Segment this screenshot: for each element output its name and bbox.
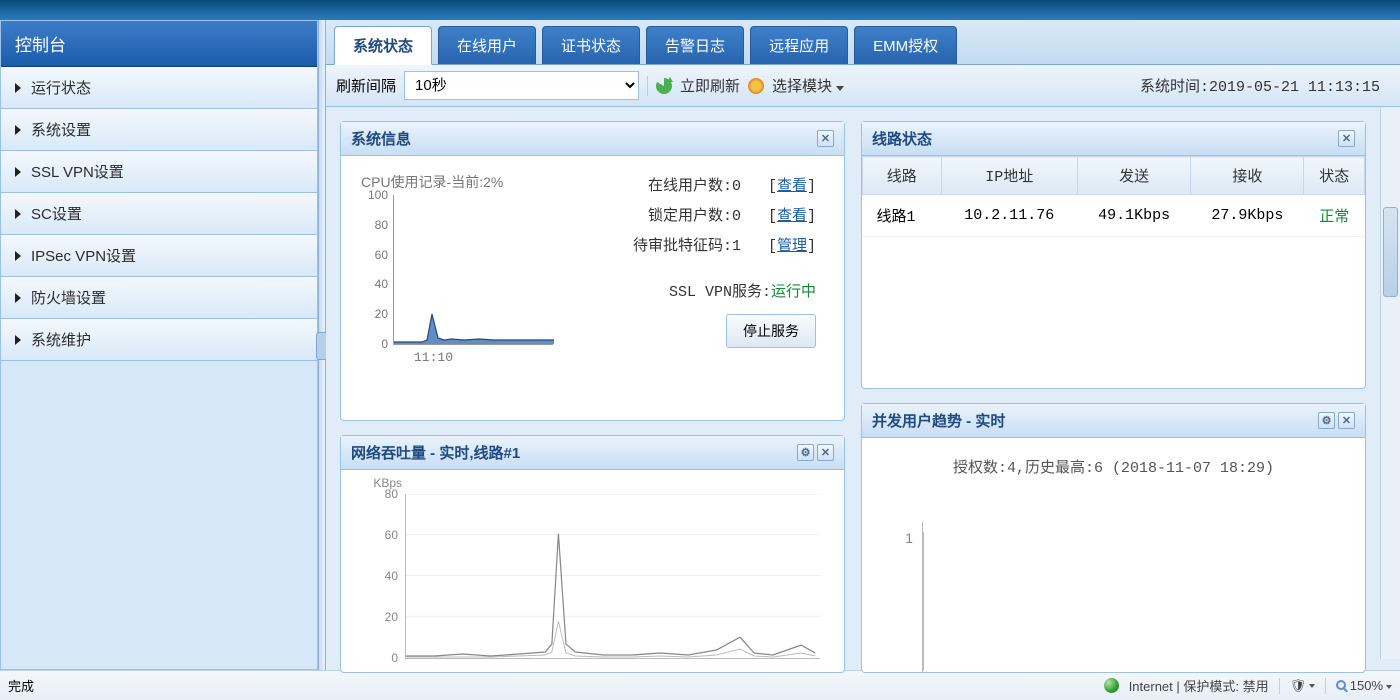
view-online-link[interactable]: 查看 xyxy=(777,178,807,195)
sidebar-item-label: SC设置 xyxy=(31,203,82,224)
cell-status: 正常 xyxy=(1304,195,1365,237)
toolbar: 刷新间隔 10秒 立即刷新 选择模块 系统时间:2019-05-21 11:13… xyxy=(326,65,1400,107)
gear-icon[interactable]: ⚙ xyxy=(797,444,814,461)
cpu-chart: 100 80 60 40 20 0 xyxy=(393,195,553,345)
close-icon[interactable]: ✕ xyxy=(817,444,834,461)
close-icon[interactable]: ✕ xyxy=(1338,130,1355,147)
col-status: 状态 xyxy=(1304,157,1365,195)
panel-title: 系统信息 xyxy=(351,128,411,149)
sidebar-item-sc[interactable]: SC设置 xyxy=(1,193,317,235)
cpu-chart-xlabel: 11:10 xyxy=(414,350,453,365)
sidebar-item-label: IPSec VPN设置 xyxy=(31,245,136,266)
panel-line-status: 线路状态 ✕ 线路 IP地址 发送 接收 状态 xyxy=(861,121,1366,389)
sidebar: 控制台 运行状态 系统设置 SSL VPN设置 SC设置 IPSec VPN设置… xyxy=(0,20,318,670)
pending-codes-label: 待审批特征码:1 xyxy=(633,238,741,255)
line-status-table: 线路 IP地址 发送 接收 状态 线路1 10.2.11.76 49.1Kbps… xyxy=(862,156,1365,237)
tab-emm-license[interactable]: EMM授权 xyxy=(854,26,957,64)
gear-icon[interactable]: ⚙ xyxy=(1318,412,1335,429)
triangle-right-icon xyxy=(15,167,21,177)
sidebar-item-system-settings[interactable]: 系统设置 xyxy=(1,109,317,151)
close-icon[interactable]: ✕ xyxy=(1338,412,1355,429)
locked-users-label: 锁定用户数:0 xyxy=(648,208,741,225)
cell-tx: 49.1Kbps xyxy=(1077,195,1190,237)
status-done: 完成 xyxy=(8,676,34,695)
triangle-right-icon xyxy=(15,293,21,303)
tab-online-users[interactable]: 在线用户 xyxy=(438,26,536,64)
panel-title: 并发用户趋势 - 实时 xyxy=(872,410,1005,431)
panel-network: 网络吞吐量 - 实时,线路#1 ⚙ ✕ KBps 80 60 40 xyxy=(340,435,845,673)
sidebar-item-label: 防火墙设置 xyxy=(31,287,106,308)
triangle-right-icon xyxy=(15,125,21,135)
col-rx: 接收 xyxy=(1191,157,1304,195)
triangle-right-icon xyxy=(15,335,21,345)
sidebar-item-label: SSL VPN设置 xyxy=(31,161,124,182)
table-row[interactable]: 线路1 10.2.11.76 49.1Kbps 27.9Kbps 正常 xyxy=(863,195,1365,237)
sidebar-item-sslvpn[interactable]: SSL VPN设置 xyxy=(1,151,317,193)
triangle-right-icon xyxy=(15,83,21,93)
sidebar-item-firewall[interactable]: 防火墙设置 xyxy=(1,277,317,319)
zoom-icon xyxy=(1336,680,1346,690)
user-trend-chart: 1 xyxy=(922,522,1355,672)
network-chart: KBps 80 60 40 20 0 xyxy=(405,494,820,659)
panel-user-trend: 并发用户趋势 - 实时 ⚙ ✕ 授权数:4,历史最高:6 (2018-11-07… xyxy=(861,403,1366,673)
sidebar-item-ipsecvpn[interactable]: IPSec VPN设置 xyxy=(1,235,317,277)
splitter[interactable] xyxy=(318,20,326,670)
refresh-interval-label: 刷新间隔 xyxy=(336,75,396,96)
chevron-down-icon xyxy=(836,86,844,91)
stop-service-button[interactable]: 停止服务 xyxy=(726,314,816,348)
view-locked-link[interactable]: 查看 xyxy=(777,208,807,225)
chevron-down-icon xyxy=(1386,685,1392,689)
module-icon xyxy=(748,78,764,94)
panel-sysinfo: 系统信息 ✕ CPU使用记录-当前:2% 100 80 xyxy=(340,121,845,421)
refresh-interval-select[interactable]: 10秒 xyxy=(404,71,639,100)
sidebar-title: 控制台 xyxy=(1,21,317,67)
tabs: 系统状态 在线用户 证书状态 告警日志 远程应用 EMM授权 xyxy=(326,20,1400,65)
sidebar-item-label: 运行状态 xyxy=(31,77,91,98)
panel-title: 线路状态 xyxy=(872,128,932,149)
tab-remote-app[interactable]: 远程应用 xyxy=(750,26,848,64)
refresh-now-link[interactable]: 立即刷新 xyxy=(680,75,740,96)
sidebar-item-maintenance[interactable]: 系统维护 xyxy=(1,319,317,361)
triangle-right-icon xyxy=(15,251,21,261)
tab-cert-status[interactable]: 证书状态 xyxy=(542,26,640,64)
col-tx: 发送 xyxy=(1077,157,1190,195)
content: 系统状态 在线用户 证书状态 告警日志 远程应用 EMM授权 刷新间隔 10秒 … xyxy=(326,20,1400,670)
svc-status: 运行中 xyxy=(771,284,816,301)
refresh-icon xyxy=(656,78,672,94)
scrollbar[interactable] xyxy=(1380,107,1400,659)
svc-label: SSL VPN服务: xyxy=(669,284,771,301)
sidebar-item-run-status[interactable]: 运行状态 xyxy=(1,67,317,109)
user-trend-subtitle: 授权数:4,历史最高:6 (2018-11-07 18:29) xyxy=(862,438,1365,477)
manage-pending-link[interactable]: 管理 xyxy=(777,238,807,255)
close-icon[interactable]: ✕ xyxy=(817,130,834,147)
sidebar-item-label: 系统设置 xyxy=(31,119,91,140)
col-line: 线路 xyxy=(863,157,942,195)
scrollbar-thumb[interactable] xyxy=(1383,207,1398,297)
panel-title: 网络吞吐量 - 实时,线路#1 xyxy=(351,442,520,463)
select-module-link[interactable]: 选择模块 xyxy=(772,75,844,96)
cell-rx: 27.9Kbps xyxy=(1191,195,1304,237)
cell-line: 线路1 xyxy=(863,195,942,237)
triangle-right-icon xyxy=(15,209,21,219)
cpu-chart-title: CPU使用记录-当前:2% xyxy=(361,172,571,192)
sidebar-item-label: 系统维护 xyxy=(31,329,91,350)
system-time: 系统时间:2019-05-21 11:13:15 xyxy=(1140,75,1390,96)
tab-system-status[interactable]: 系统状态 xyxy=(334,26,432,65)
cell-ip: 10.2.11.76 xyxy=(941,195,1077,237)
online-users-label: 在线用户数:0 xyxy=(648,178,741,195)
col-ip: IP地址 xyxy=(941,157,1077,195)
tab-alarm-log[interactable]: 告警日志 xyxy=(646,26,744,64)
